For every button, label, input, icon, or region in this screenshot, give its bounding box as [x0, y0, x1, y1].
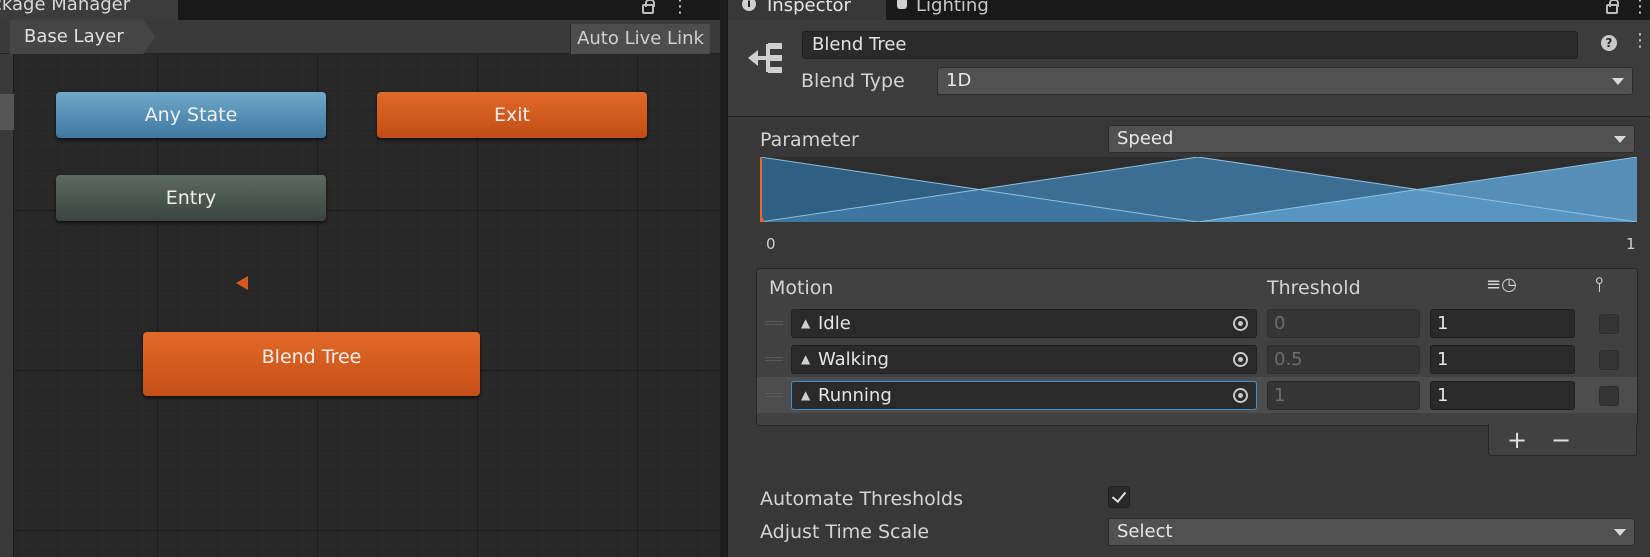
transition-arrow-icon	[236, 276, 248, 290]
parameter-dropdown[interactable]: Speed	[1108, 125, 1635, 153]
lock-icon[interactable]	[1606, 0, 1619, 14]
tab-inspector[interactable]: i Inspector	[728, 0, 886, 20]
drag-handle-icon[interactable]	[765, 393, 783, 397]
axis-max-label: 1	[1626, 235, 1636, 253]
node-entry[interactable]: Entry	[56, 175, 326, 221]
motion-name: Running	[818, 385, 892, 406]
mirror-icon: ⫯	[1595, 272, 1604, 296]
object-picker-icon[interactable]	[1233, 352, 1248, 367]
parameter-value: Speed	[1117, 128, 1174, 149]
table-row[interactable]: ▲ Idle 0 1	[757, 305, 1637, 341]
motion-field[interactable]: ▲ Walking	[791, 345, 1257, 374]
checkmark-icon	[1111, 487, 1127, 504]
tab-package-manager-label: ckage Manager	[0, 0, 131, 15]
mirror-toggle[interactable]	[1599, 314, 1619, 334]
tab-package-manager[interactable]: ckage Manager	[0, 0, 178, 20]
blend-type-label: Blend Type	[801, 70, 905, 92]
threshold-field[interactable]: 1	[1267, 381, 1420, 410]
automate-thresholds-label: Automate Thresholds	[760, 488, 963, 510]
time-scale-field[interactable]: 1	[1430, 381, 1575, 410]
add-motion-button[interactable]: +	[1507, 426, 1527, 454]
layers-panel-strip[interactable]	[0, 54, 14, 557]
tab-lighting[interactable]: Lighting	[893, 0, 1033, 20]
animation-clip-icon: ▲	[801, 388, 811, 402]
kebab-icon[interactable]	[671, 0, 689, 17]
motion-field[interactable]: ▲ Idle	[791, 309, 1257, 338]
animator-window: ckage Manager Base Layer Auto Live Link …	[0, 0, 720, 557]
mirror-toggle[interactable]	[1599, 386, 1619, 406]
blend-type-dropdown[interactable]: 1D	[937, 67, 1633, 95]
bulb-icon	[897, 0, 907, 9]
motion-table: Motion Threshold ≡◷ ⫯ ▲ Idle 0 1 ▲ Walki…	[756, 268, 1638, 426]
kebab-icon[interactable]	[1631, 0, 1649, 17]
adjust-time-scale-dropdown[interactable]: Select	[1108, 518, 1635, 546]
threshold-field[interactable]: 0.5	[1267, 345, 1420, 374]
info-icon: i	[742, 0, 756, 11]
object-picker-icon[interactable]	[1233, 388, 1248, 403]
add-remove-footer: + −	[1488, 424, 1637, 456]
tab-lighting-label: Lighting	[916, 0, 989, 16]
motion-header: Motion	[769, 277, 834, 299]
motion-name: Walking	[818, 349, 889, 370]
threshold-field[interactable]: 0	[1267, 309, 1420, 338]
name-field[interactable]: Blend Tree	[802, 31, 1578, 59]
node-blend-tree[interactable]: Blend Tree	[143, 332, 480, 396]
object-picker-icon[interactable]	[1233, 316, 1248, 331]
tab-inspector-label: Inspector	[767, 0, 851, 16]
adjust-time-scale-value: Select	[1117, 521, 1173, 542]
blend-tree-icon	[748, 43, 782, 73]
automate-thresholds-checkbox[interactable]	[1108, 486, 1130, 508]
drag-handle-icon[interactable]	[765, 357, 783, 361]
motion-name: Idle	[818, 313, 851, 334]
lock-icon[interactable]	[642, 0, 655, 14]
animation-clip-icon: ▲	[801, 316, 811, 330]
axis-min-label: 0	[766, 235, 776, 253]
motion-field[interactable]: ▲ Running	[791, 381, 1257, 410]
kebab-icon[interactable]	[1631, 30, 1649, 51]
time-scale-field[interactable]: 1	[1430, 309, 1575, 338]
mirror-toggle[interactable]	[1599, 350, 1619, 370]
blend-graph[interactable]	[760, 157, 1637, 222]
inspector-window: i Inspector Lighting Blend Tree ? Blend …	[727, 0, 1650, 557]
speed-icon: ≡◷	[1486, 274, 1517, 295]
chevron-down-icon	[1614, 136, 1626, 143]
layer-marker	[0, 94, 14, 130]
parameter-label: Parameter	[760, 129, 859, 151]
animation-clip-icon: ▲	[801, 352, 811, 366]
table-row[interactable]: ▲ Walking 0.5 1	[757, 341, 1637, 377]
blend-type-value: 1D	[946, 70, 972, 91]
inspector-header: Blend Tree ? Blend Type 1D	[728, 20, 1650, 117]
right-tab-bar: i Inspector Lighting	[728, 0, 1650, 20]
threshold-header: Threshold	[1267, 277, 1361, 299]
drag-handle-icon[interactable]	[765, 321, 783, 325]
help-icon[interactable]: ?	[1601, 35, 1617, 51]
adjust-time-scale-label: Adjust Time Scale	[760, 521, 930, 543]
chevron-down-icon	[1612, 78, 1624, 85]
time-scale-field[interactable]: 1	[1430, 345, 1575, 374]
breadcrumb-label: Base Layer	[24, 26, 124, 47]
chevron-down-icon	[1614, 529, 1626, 536]
table-row-selected[interactable]: ▲ Running 1 1	[757, 377, 1637, 413]
breadcrumb-base-layer[interactable]: Base Layer	[10, 20, 155, 54]
node-any-state[interactable]: Any State	[56, 92, 326, 138]
auto-live-link-button[interactable]: Auto Live Link	[570, 24, 710, 54]
left-tab-bar: ckage Manager	[0, 0, 720, 20]
node-exit[interactable]: Exit	[377, 92, 647, 138]
remove-motion-button[interactable]: −	[1551, 426, 1571, 454]
